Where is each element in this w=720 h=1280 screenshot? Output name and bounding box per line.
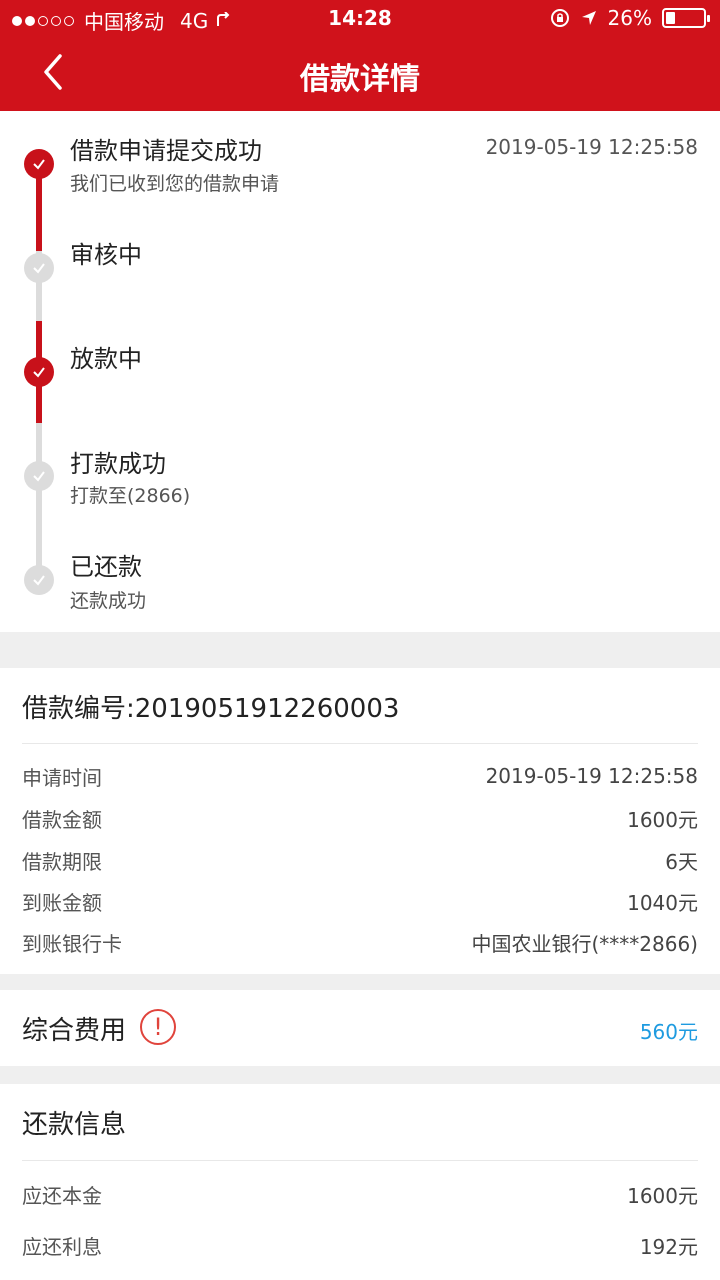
detail-value: 中国农业银行(****2866) <box>471 931 698 956</box>
detail-row: 借款金额 1600元 <box>22 802 698 834</box>
page-title: 借款详情 <box>300 62 420 97</box>
loan-number: 借款编号:2019051912260003 <box>22 694 400 724</box>
battery-icon <box>662 8 710 28</box>
repayment-row: 应还利息 192元 <box>22 1229 698 1261</box>
fee-label: 综合费用 <box>22 1016 127 1046</box>
detail-value: 2019-05-19 12:25:58 <box>485 764 698 788</box>
repayment-label: 应还本金 <box>22 1183 102 1208</box>
track-segment <box>36 423 42 579</box>
detail-row: 到账银行卡 中国农业银行(****2866) <box>22 926 698 958</box>
check-icon <box>33 575 45 586</box>
rotation-lock-icon <box>550 9 569 27</box>
detail-label: 到账银行卡 <box>22 931 122 956</box>
check-icon <box>33 471 45 482</box>
step-title: 打款成功 <box>70 450 166 478</box>
detail-value: 1040元 <box>627 890 698 915</box>
repayment-title: 还款信息 <box>22 1110 127 1140</box>
fee-card: 综合费用 ! 560元 <box>0 990 720 1066</box>
step-title: 借款申请提交成功 <box>70 137 262 165</box>
app-header: 中国移动 4G 14:28 26% 借款详情 <box>0 0 720 111</box>
divider <box>22 743 698 744</box>
divider <box>22 1160 698 1161</box>
detail-label: 到账金额 <box>22 890 102 915</box>
repayment-value: 192元 <box>639 1234 698 1259</box>
detail-row: 到账金额 1040元 <box>22 885 698 917</box>
battery-fill <box>666 12 676 24</box>
fee-value: 560元 <box>639 1020 698 1044</box>
check-icon <box>33 263 45 274</box>
detail-value: 6天 <box>665 849 698 874</box>
progress-timeline: 借款申请提交成功 我们已收到您的借款申请 2019-05-19 12:25:58… <box>0 111 720 632</box>
loan-detail-card: 借款编号:2019051912260003 申请时间 2019-05-19 12… <box>0 668 720 974</box>
detail-label: 借款期限 <box>22 849 102 874</box>
fee-info-icon[interactable]: ! <box>140 1009 176 1045</box>
step-done-icon <box>24 357 54 387</box>
step-time: 2019-05-19 12:25:58 <box>485 135 698 159</box>
location-arrow-icon <box>581 11 596 25</box>
step-title: 已还款 <box>70 553 142 581</box>
step-subtitle: 还款成功 <box>70 590 147 612</box>
repayment-label: 应还利息 <box>22 1234 102 1259</box>
navbar: 借款详情 <box>0 36 720 111</box>
check-icon <box>33 367 45 378</box>
detail-label: 借款金额 <box>22 807 102 832</box>
detail-row: 申请时间 2019-05-19 12:25:58 <box>22 760 698 792</box>
step-pending-icon <box>24 565 54 595</box>
step-subtitle: 打款至(2866) <box>70 485 191 507</box>
status-bar: 中国移动 4G 14:28 26% <box>0 0 720 36</box>
detail-label: 申请时间 <box>22 765 102 790</box>
detail-value: 1600元 <box>627 807 698 832</box>
step-pending-icon <box>24 461 54 491</box>
repayment-value: 1600元 <box>627 1183 698 1208</box>
step-subtitle: 我们已收到您的借款申请 <box>70 173 280 195</box>
status-right: 26% <box>550 6 710 30</box>
step-title: 放款中 <box>70 345 142 373</box>
step-title: 审核中 <box>70 241 142 269</box>
repayment-row: 应还本金 1600元 <box>22 1178 698 1210</box>
step-done-icon <box>24 149 54 179</box>
battery-percent: 26% <box>607 6 652 30</box>
detail-row: 借款期限 6天 <box>22 844 698 876</box>
repayment-card: 还款信息 应还本金 1600元 应还利息 192元 <box>0 1084 720 1280</box>
step-pending-icon <box>24 253 54 283</box>
check-icon <box>33 159 45 170</box>
